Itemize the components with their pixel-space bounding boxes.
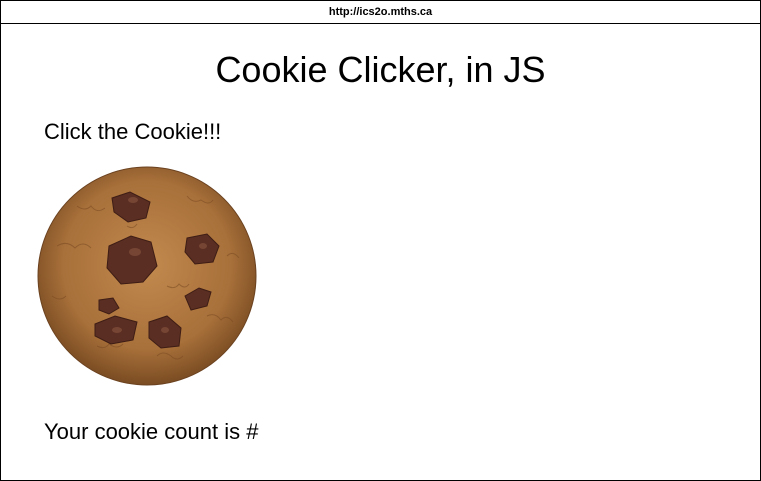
cookie-button[interactable] xyxy=(37,166,257,386)
browser-frame: http://ics2o.mths.ca Cookie Clicker, in … xyxy=(0,0,761,481)
cookie-count-text: Your cookie count is # xyxy=(44,419,259,444)
page-title: Cookie Clicker, in JS xyxy=(215,49,546,90)
instruction-text: Click the Cookie!!! xyxy=(44,119,222,144)
cookie-icon xyxy=(37,166,257,386)
url-bar[interactable]: http://ics2o.mths.ca xyxy=(1,1,760,24)
